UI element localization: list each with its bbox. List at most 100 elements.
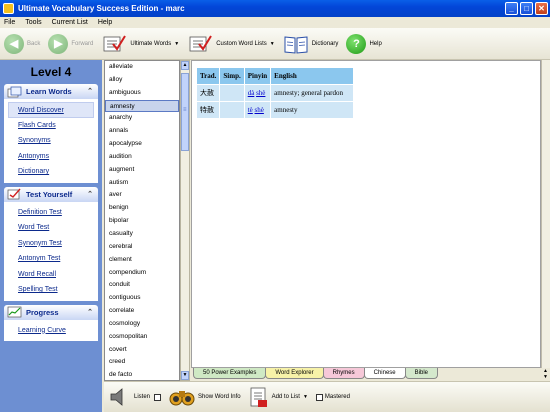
custom-word-lists-button[interactable]: Custom Word Lists ▼ bbox=[187, 34, 275, 54]
maximize-button[interactable]: □ bbox=[520, 2, 533, 15]
list-item[interactable]: creed bbox=[105, 356, 179, 369]
pinyin-link[interactable]: dà bbox=[248, 89, 255, 97]
scroll-thumb[interactable] bbox=[181, 73, 189, 151]
nav-learning-curve[interactable]: Learning Curve bbox=[4, 323, 98, 339]
add-to-list-dropdown-icon[interactable]: ▼ bbox=[303, 394, 308, 400]
nav-synonyms[interactable]: Synonyms bbox=[4, 133, 98, 149]
show-word-info-button[interactable]: Show Word Info bbox=[169, 386, 241, 408]
chinese-glossary-table: Trad. Simp. Pinyin English 大赦 dà shè amn… bbox=[196, 67, 354, 119]
nav-word-recall[interactable]: Word Recall bbox=[4, 267, 98, 283]
table-header-row: Trad. Simp. Pinyin English bbox=[197, 68, 354, 84]
nav-word-test[interactable]: Word Test bbox=[4, 220, 98, 236]
progress-chart-icon bbox=[7, 306, 22, 318]
list-item[interactable]: clement bbox=[105, 254, 179, 267]
tab-word-explorer[interactable]: Word Explorer bbox=[265, 368, 324, 379]
list-item[interactable]: cosmology bbox=[105, 318, 179, 331]
nav-flash-cards[interactable]: Flash Cards bbox=[4, 118, 98, 134]
nav-antonym-test[interactable]: Antonym Test bbox=[4, 251, 98, 267]
list-item[interactable]: cosmopolitan bbox=[105, 331, 179, 344]
nav-word-discover[interactable]: Word Discover bbox=[8, 102, 94, 118]
help-question-icon: ? bbox=[346, 33, 367, 54]
forward-arrow-icon: ▶ bbox=[48, 33, 69, 54]
list-item[interactable]: annals bbox=[105, 125, 179, 138]
navigation-panel: Level 4 Learn Words ⌃ Word Discover Flas… bbox=[0, 60, 102, 412]
collapse-chevron-icon[interactable]: ⌃ bbox=[87, 190, 93, 198]
tab-rhymes[interactable]: Rhymes bbox=[322, 368, 365, 379]
ultimate-words-dropdown-icon[interactable]: ▼ bbox=[174, 41, 179, 47]
show-word-info-label: Show Word Info bbox=[198, 394, 241, 400]
menu-file[interactable]: File bbox=[4, 19, 15, 26]
menu-help[interactable]: Help bbox=[98, 19, 112, 26]
list-item[interactable]: benign bbox=[105, 202, 179, 215]
nav-definition-test[interactable]: Definition Test bbox=[4, 205, 98, 221]
nav-dictionary[interactable]: Dictionary bbox=[4, 164, 98, 180]
list-item[interactable]: compendium bbox=[105, 267, 179, 280]
back-button[interactable]: ◀ Back bbox=[4, 33, 41, 54]
pinyin-cell: tè shè bbox=[244, 102, 271, 118]
tab-bible[interactable]: Bible bbox=[404, 368, 438, 379]
pinyin-link[interactable]: shè bbox=[256, 89, 265, 97]
pinyin-link[interactable]: shè bbox=[255, 106, 264, 114]
tab-50-power-examples[interactable]: 50 Power Examples bbox=[193, 368, 267, 379]
learn-words-header[interactable]: Learn Words ⌃ bbox=[4, 84, 98, 99]
pinyin-link[interactable]: tè bbox=[248, 106, 253, 114]
col-trad: Trad. bbox=[197, 68, 220, 84]
tab-scroll-icon[interactable]: ▲ ▼ bbox=[541, 368, 550, 381]
test-yourself-list: Definition Test Word Test Synonym Test A… bbox=[4, 201, 98, 301]
learn-words-list: Word Discover Flash Cards Synonyms Anton… bbox=[4, 99, 98, 183]
help-button[interactable]: ? Help bbox=[346, 33, 382, 54]
list-item[interactable]: cerebral bbox=[105, 241, 179, 254]
title-bar: Ultimate Vocabulary Success Edition - ma… bbox=[0, 0, 550, 17]
list-item[interactable]: anarchy bbox=[105, 112, 179, 125]
bottom-toolbar: Listen Show Word Info Add to List ▼ Mast… bbox=[104, 381, 550, 412]
scroll-down-icon[interactable]: ▼ bbox=[181, 371, 189, 380]
list-item[interactable]: bipolar bbox=[105, 215, 179, 228]
minimize-button[interactable]: _ bbox=[505, 2, 518, 15]
list-item[interactable]: correlate bbox=[105, 305, 179, 318]
nav-synonym-test[interactable]: Synonym Test bbox=[4, 236, 98, 252]
table-row: 特赦 tè shè amnesty bbox=[197, 102, 354, 118]
menu-current-list[interactable]: Current List bbox=[52, 19, 88, 26]
tab-chinese[interactable]: Chinese bbox=[363, 368, 406, 379]
word-list[interactable]: alleviate alloy ambiguous amnesty anarchy ann… bbox=[104, 60, 180, 381]
add-to-list-button[interactable]: Add to List ▼ bbox=[249, 386, 308, 408]
list-item[interactable]: autism bbox=[105, 177, 179, 190]
ultimate-words-button[interactable]: Ultimate Words ▼ bbox=[101, 34, 179, 54]
collapse-chevron-icon[interactable]: ⌃ bbox=[87, 308, 93, 316]
list-item[interactable]: amnesty bbox=[105, 99, 179, 113]
mastered-checkbox[interactable] bbox=[315, 393, 323, 401]
mastered-control[interactable]: Mastered bbox=[315, 393, 350, 401]
back-label: Back bbox=[27, 40, 41, 47]
list-item[interactable]: alloy bbox=[105, 74, 179, 87]
word-info-pane: Trad. Simp. Pinyin English 大赦 dà shè amn… bbox=[191, 60, 541, 368]
scroll-up-icon[interactable]: ▲ bbox=[181, 61, 189, 70]
close-button[interactable]: ✕ bbox=[535, 2, 548, 15]
help-label: Help bbox=[369, 40, 382, 47]
dictionary-button[interactable]: Dictionary bbox=[283, 34, 338, 54]
content-scrollbar[interactable] bbox=[541, 60, 550, 368]
list-item[interactable]: ambiguous bbox=[105, 87, 179, 100]
progress-header[interactable]: Progress ⌃ bbox=[4, 304, 98, 320]
list-item[interactable]: aver bbox=[105, 189, 179, 202]
forward-button[interactable]: ▶ Forward bbox=[48, 33, 93, 54]
list-item[interactable]: contiguous bbox=[105, 292, 179, 305]
list-item[interactable]: audition bbox=[105, 151, 179, 164]
test-yourself-header[interactable]: Test Yourself ⌃ bbox=[4, 186, 98, 202]
listen-control[interactable]: Listen bbox=[108, 386, 162, 408]
list-item[interactable]: augment bbox=[105, 164, 179, 177]
custom-word-lists-dropdown-icon[interactable]: ▼ bbox=[270, 41, 275, 47]
word-list-scrollbar[interactable]: ▲ ▼ bbox=[180, 60, 190, 381]
list-item[interactable]: covert bbox=[105, 344, 179, 357]
menu-tools[interactable]: Tools bbox=[25, 19, 41, 26]
list-item[interactable]: alleviate bbox=[105, 61, 179, 74]
english-cell: amnesty bbox=[271, 102, 354, 118]
test-yourself-icon bbox=[7, 188, 21, 200]
nav-antonyms[interactable]: Antonyms bbox=[4, 149, 98, 165]
list-item[interactable]: conduit bbox=[105, 279, 179, 292]
listen-checkbox[interactable] bbox=[154, 393, 162, 401]
nav-spelling-test[interactable]: Spelling Test bbox=[4, 282, 98, 298]
list-item[interactable]: de facto bbox=[105, 369, 179, 380]
collapse-chevron-icon[interactable]: ⌃ bbox=[87, 87, 93, 95]
list-item[interactable]: apocalypse bbox=[105, 138, 179, 151]
list-item[interactable]: casualty bbox=[105, 228, 179, 241]
